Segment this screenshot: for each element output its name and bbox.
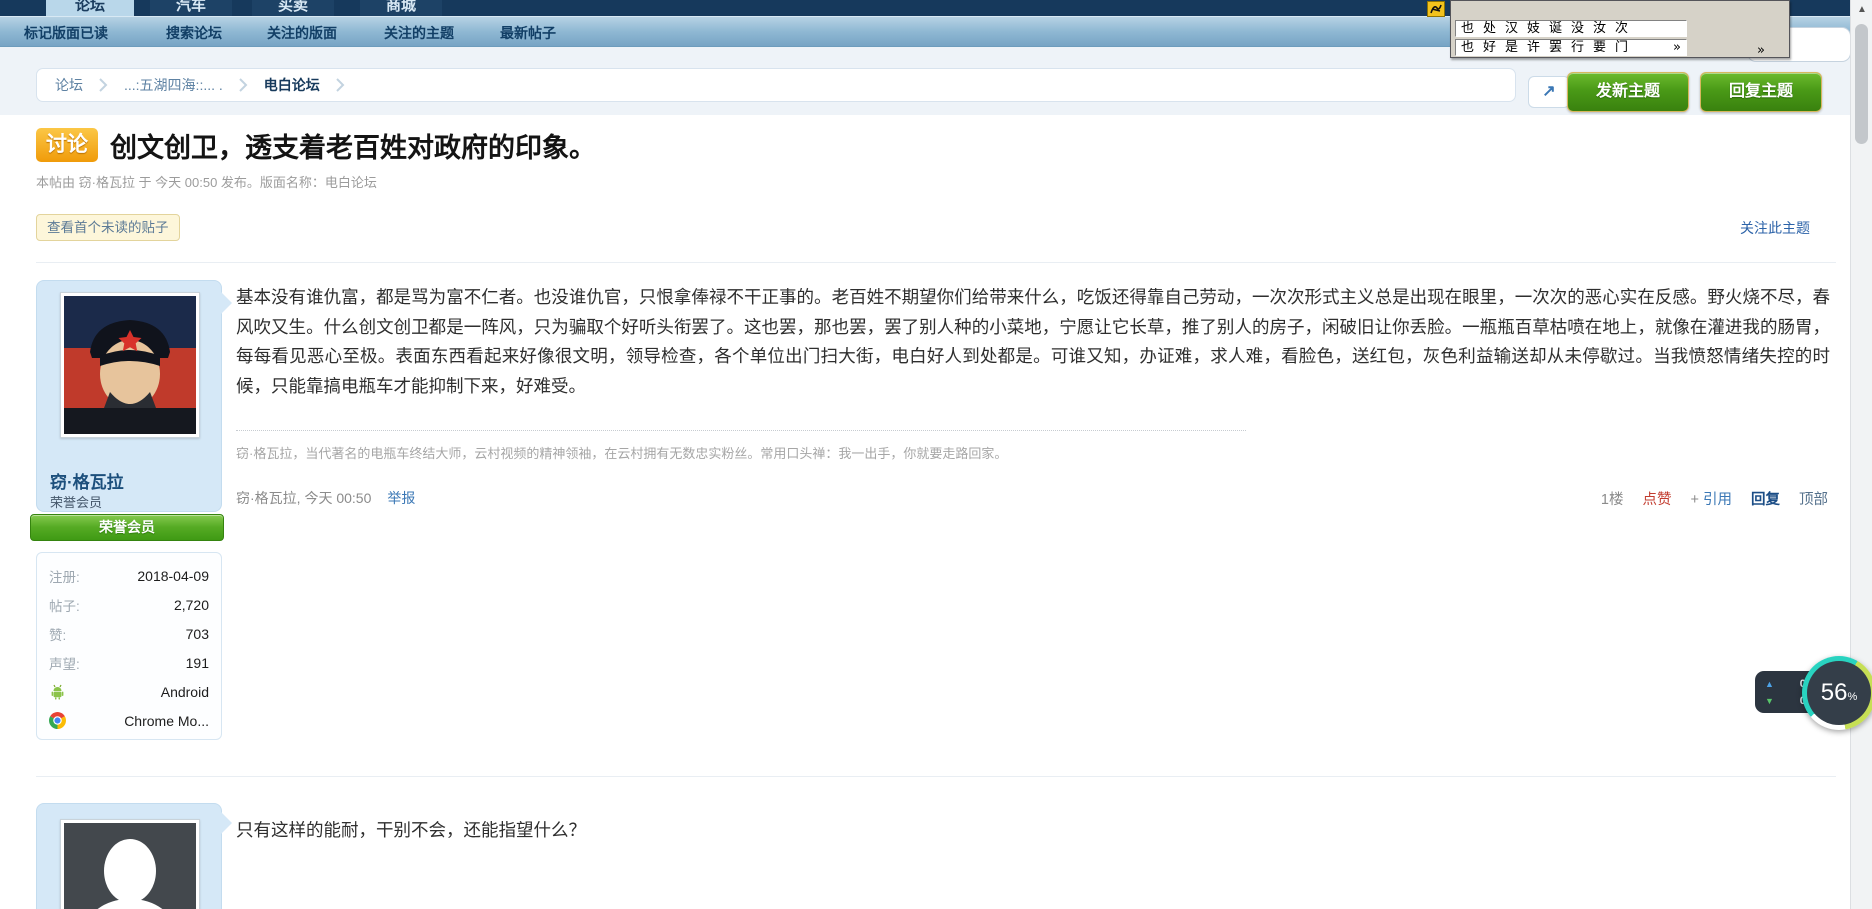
open-external-icon[interactable]: ↗ [1528, 76, 1570, 108]
ime-panel-more[interactable]: » [1757, 43, 1765, 58]
like-link[interactable]: 点赞 [1643, 488, 1672, 509]
reply-link[interactable]: 回复 [1751, 488, 1780, 509]
post1-stats-panel: 注册: 2018-04-09 帖子: 2,720 赞: 703 声望: 191 [36, 552, 222, 740]
post1-footer-actions: 1楼 点赞 + 引用 回复 顶部 [1601, 488, 1828, 509]
post1-member-title: 荣誉会员 [50, 492, 102, 511]
reply-topic-button[interactable]: 回复主题 [1700, 72, 1822, 112]
thread-title: 创文创卫，透支着老百姓对政府的印象。 [110, 126, 596, 165]
download-arrow-icon: ▼ [1765, 696, 1774, 706]
post1-member-badge: 荣誉会员 [30, 514, 224, 541]
post-divider [36, 776, 1836, 777]
scrollbar-thumb[interactable] [1855, 24, 1868, 144]
nav-latest-posts[interactable]: 最新帖子 [500, 23, 556, 43]
progress-circle-label: 56 % [1807, 661, 1871, 725]
post2-content: 只有这样的能耐，干别不会，还能指望什么？ [236, 816, 1830, 846]
floor-number: 1楼 [1601, 488, 1624, 509]
android-icon [49, 683, 66, 700]
ime-logo-icon[interactable] [1427, 1, 1445, 17]
progress-circle-widget[interactable]: 56 % [1802, 656, 1872, 730]
stat-posts: 帖子: 2,720 [49, 590, 209, 619]
chevron-right-icon [336, 77, 345, 93]
nav-watched-topics[interactable]: 关注的主题 [384, 23, 454, 43]
stat-likes: 赞: 703 [49, 619, 209, 648]
stat-reputation: 声望: 191 [49, 648, 209, 677]
post1-author-time: 窃·格瓦拉, 今天 00:50 [236, 490, 371, 506]
tab-forum[interactable]: 论坛 [46, 0, 134, 16]
breadcrumb-current-board[interactable]: 电白论坛 [264, 75, 320, 95]
quote-link[interactable]: + 引用 [1691, 488, 1733, 509]
page-scrollbar[interactable]: ▲ [1850, 0, 1872, 909]
chrome-icon [49, 712, 66, 729]
stat-browser: Chrome Mo... [49, 706, 209, 735]
chevron-right-icon [99, 77, 108, 93]
nav-watched-boards[interactable]: 关注的版面 [267, 23, 337, 43]
tab-cars[interactable]: 汽车 [150, 0, 232, 16]
stat-registered: 注册: 2018-04-09 [49, 561, 209, 590]
report-link[interactable]: 举报 [387, 490, 415, 506]
forum-thread-page: 论坛 汽车 买卖 商城 标记版面已读 搜索论坛 关注的版面 关注的主题 最新帖子… [0, 0, 1872, 909]
breadcrumb-forum[interactable]: 论坛 [55, 75, 83, 95]
top-link[interactable]: 顶部 [1799, 488, 1828, 509]
ime-candidates-row2[interactable]: 也好是许罢行要门» [1455, 39, 1687, 56]
post1-avatar[interactable] [60, 292, 200, 438]
nav-search-forum[interactable]: 搜索论坛 [166, 23, 222, 43]
nav-mark-read[interactable]: 标记版面已读 [24, 23, 108, 43]
ime-candidates-row1[interactable]: 也处汉妓诞没汝次 [1455, 20, 1687, 37]
default-avatar-image [64, 823, 196, 909]
chevron-right-icon [239, 77, 248, 93]
post1-footer-left: 窃·格瓦拉, 今天 00:50 举报 [236, 488, 415, 508]
post1-content: 基本没有谁仇富，都是骂为富不仁者。也没谁仇官，只恨拿俸禄不干正事的。老百姓不期望… [236, 283, 1830, 401]
post1-username[interactable]: 窃·格瓦拉 [50, 468, 124, 493]
stat-os: Android [49, 677, 209, 706]
post2-avatar[interactable] [60, 819, 200, 909]
scrollbar-up-arrow-icon[interactable]: ▲ [1851, 4, 1872, 20]
signature-divider [236, 430, 1246, 431]
breadcrumb-category[interactable]: ...:五湖四海::... . [124, 75, 223, 95]
ime-row2-more: » [1673, 40, 1681, 55]
follow-thread-link[interactable]: 关注此主题 [1740, 218, 1810, 238]
che-guevara-avatar-image [64, 296, 196, 434]
upload-arrow-icon: ▲ [1765, 679, 1774, 689]
thread-meta: 本帖由 窃·格瓦拉 于 今天 00:50 发布。版面名称：电白论坛 [36, 172, 377, 191]
post1-signature: 窃·格瓦拉，当代著名的电瓶车终结大师，云村视频的精神领袖，在云村拥有无数忠实粉丝… [236, 443, 1696, 462]
tab-market[interactable]: 买卖 [252, 0, 334, 16]
section-divider [36, 262, 1836, 263]
new-topic-button[interactable]: 发新主题 [1567, 72, 1689, 112]
breadcrumb: 论坛 ...:五湖四海::... . 电白论坛 [36, 68, 1516, 102]
thread-tag-badge: 讨论 [36, 128, 98, 162]
first-unread-button[interactable]: 查看首个未读的贴子 [36, 214, 180, 241]
tab-mall[interactable]: 商城 [360, 0, 442, 16]
